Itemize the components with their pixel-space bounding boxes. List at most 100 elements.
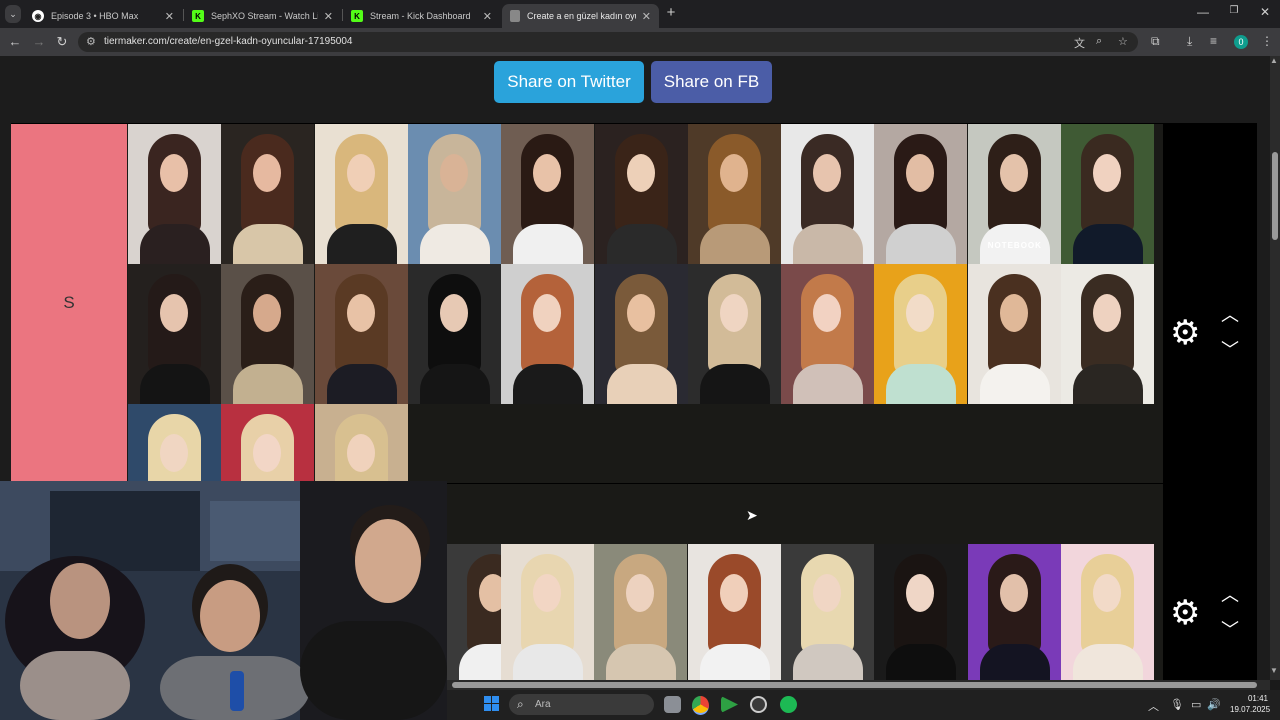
tier-2-move-up-icon[interactable]: ︿ xyxy=(1221,581,1239,607)
display-icon[interactable]: ▭ xyxy=(1191,698,1201,711)
translate-icon[interactable]: 文 xyxy=(1074,35,1085,51)
tier-item-photo[interactable] xyxy=(967,544,1061,680)
extensions-icon[interactable]: ⧉ xyxy=(1151,34,1160,49)
taskbar-search-box[interactable]: ⌕ Ara xyxy=(509,694,654,715)
menu-icon[interactable]: ⋮ xyxy=(1261,34,1273,48)
tier-s-settings-gear-icon[interactable]: ⚙ xyxy=(1170,316,1200,350)
share-on-twitter-button[interactable]: Share on Twitter xyxy=(494,61,644,103)
tier-item-photo[interactable] xyxy=(221,404,315,482)
restore-icon[interactable]: ❐ xyxy=(1220,5,1248,16)
new-tab-icon[interactable]: + xyxy=(664,4,678,22)
photo-body xyxy=(979,364,1050,404)
horizontal-scrollbar-thumb[interactable] xyxy=(452,682,1257,688)
photo-body xyxy=(513,364,584,404)
spotify-icon[interactable] xyxy=(780,696,797,713)
tier-item-photo[interactable] xyxy=(687,264,781,404)
page-scrollbar-thumb[interactable] xyxy=(1272,152,1278,240)
zoom-icon[interactable]: ⌕ xyxy=(1096,35,1102,48)
tier-2-move-down-icon[interactable]: ﹀ xyxy=(1221,616,1239,642)
microphone-icon[interactable]: 🎙 xyxy=(1170,698,1184,711)
photo-body xyxy=(886,224,957,264)
address-bar[interactable]: ⚙ tiermaker.com/create/en-gzel-kadn-oyun… xyxy=(78,32,1138,52)
reload-icon[interactable]: ↻ xyxy=(53,33,71,51)
tier-item-photo[interactable]: NOTEBOOK xyxy=(967,124,1061,264)
tier-item-photo[interactable] xyxy=(501,124,595,264)
tier-item-photo[interactable] xyxy=(594,264,688,404)
tier-label-s[interactable]: S xyxy=(11,124,127,482)
tier-2-settings-gear-icon[interactable]: ⚙ xyxy=(1170,596,1200,630)
volume-icon[interactable]: 🔊 xyxy=(1207,698,1221,711)
tier-item-photo[interactable] xyxy=(874,264,968,404)
site-info-icon[interactable]: ⚙ xyxy=(86,35,96,48)
tier-item-photo[interactable] xyxy=(314,124,408,264)
tier-item-photo[interactable] xyxy=(781,264,875,404)
tier-item-photo[interactable] xyxy=(594,124,688,264)
scroll-up-arrow-icon[interactable]: ▲ xyxy=(1270,56,1278,65)
close-tab-icon[interactable]: ✕ xyxy=(483,10,492,23)
tier-item-photo[interactable] xyxy=(447,544,501,680)
obs-icon[interactable] xyxy=(750,696,767,713)
search-icon: ⌕ xyxy=(517,697,524,711)
tier-item-photo[interactable] xyxy=(501,264,595,404)
tier-item-photo[interactable] xyxy=(314,264,408,404)
tab-sephxo-stream[interactable]: K SephXO Stream - Watch Live on ✕ xyxy=(184,4,341,28)
tier-item-photo[interactable] xyxy=(1061,124,1154,264)
tier-item-photo[interactable] xyxy=(1061,264,1154,404)
photo-body xyxy=(233,224,304,264)
page-vertical-scrollbar[interactable] xyxy=(1270,56,1280,680)
scroll-down-arrow-icon[interactable]: ▼ xyxy=(1270,666,1278,675)
forward-icon[interactable]: → xyxy=(30,33,48,51)
tier-s-move-down-icon[interactable]: ﹀ xyxy=(1221,336,1239,362)
tier-item-photo[interactable] xyxy=(874,124,968,264)
tier-item-photo[interactable] xyxy=(128,124,221,264)
task-view-icon[interactable] xyxy=(664,696,681,713)
tier-item-photo[interactable] xyxy=(128,264,221,404)
bookmark-star-icon[interactable]: ☆ xyxy=(1118,35,1128,48)
tier-item-photo[interactable] xyxy=(687,124,781,264)
tier-item-photo[interactable] xyxy=(1060,544,1154,680)
tab-tiermaker[interactable]: Create a en güzel kadın oyuncu ✕ xyxy=(502,4,659,28)
tier-item-photo[interactable] xyxy=(407,264,501,404)
windows-start-icon[interactable] xyxy=(484,696,500,712)
tier-item-photo[interactable] xyxy=(501,544,594,680)
photo-body xyxy=(1073,364,1143,404)
tier-item-photo[interactable] xyxy=(874,544,968,680)
tier-s-move-up-icon[interactable]: ︿ xyxy=(1221,301,1239,327)
tab-kick-dashboard[interactable]: K Stream - Kick Dashboard ✕ xyxy=(343,4,500,28)
tier-item-photo[interactable] xyxy=(780,544,874,680)
media-controls-icon[interactable]: ≡ xyxy=(1210,34,1217,48)
tab-title: Episode 3 • HBO Max xyxy=(51,11,139,21)
photo-body xyxy=(1072,644,1143,680)
tier-item-photo[interactable] xyxy=(781,124,875,264)
close-tab-icon[interactable]: ✕ xyxy=(324,10,333,23)
minimize-icon[interactable]: — xyxy=(1189,5,1217,19)
tier-item-photo[interactable] xyxy=(128,404,221,482)
tab-title: Create a en güzel kadın oyuncu xyxy=(527,11,636,21)
tier-item-photo[interactable] xyxy=(967,264,1061,404)
tray-overflow-icon[interactable]: ︿ xyxy=(1148,698,1159,714)
close-tab-icon[interactable]: ✕ xyxy=(642,10,651,23)
close-tab-icon[interactable]: ✕ xyxy=(165,10,174,23)
photo-face xyxy=(1093,294,1121,332)
tier-item-photo[interactable] xyxy=(594,544,688,680)
photo-face xyxy=(160,434,188,472)
chrome-icon[interactable] xyxy=(692,696,709,715)
tier-item-photo[interactable] xyxy=(314,404,408,482)
close-window-icon[interactable]: ✕ xyxy=(1251,5,1279,19)
back-icon[interactable]: ← xyxy=(6,33,24,51)
tier-item-photo[interactable] xyxy=(407,124,501,264)
share-on-fb-button[interactable]: Share on FB xyxy=(651,61,772,103)
tab-hbo-max[interactable]: ◉ Episode 3 • HBO Max ✕ xyxy=(24,4,182,28)
profile-avatar-icon[interactable]: 0 xyxy=(1234,35,1248,49)
photo-face xyxy=(346,154,375,192)
taskbar-clock[interactable]: 01:41 19.07.2025 xyxy=(1230,693,1270,715)
photo-caption: NOTEBOOK xyxy=(987,241,1042,250)
downloads-icon[interactable]: ⤓ xyxy=(1187,34,1192,49)
photo-face xyxy=(999,294,1028,332)
tier-item-photo[interactable] xyxy=(221,264,315,404)
url-text: tiermaker.com/create/en-gzel-kadn-oyuncu… xyxy=(104,36,353,47)
tier-item-photo[interactable] xyxy=(687,544,781,680)
photo-face xyxy=(999,154,1028,192)
tier-item-photo[interactable] xyxy=(221,124,315,264)
tab-search-icon[interactable]: ⌄ xyxy=(5,5,21,23)
